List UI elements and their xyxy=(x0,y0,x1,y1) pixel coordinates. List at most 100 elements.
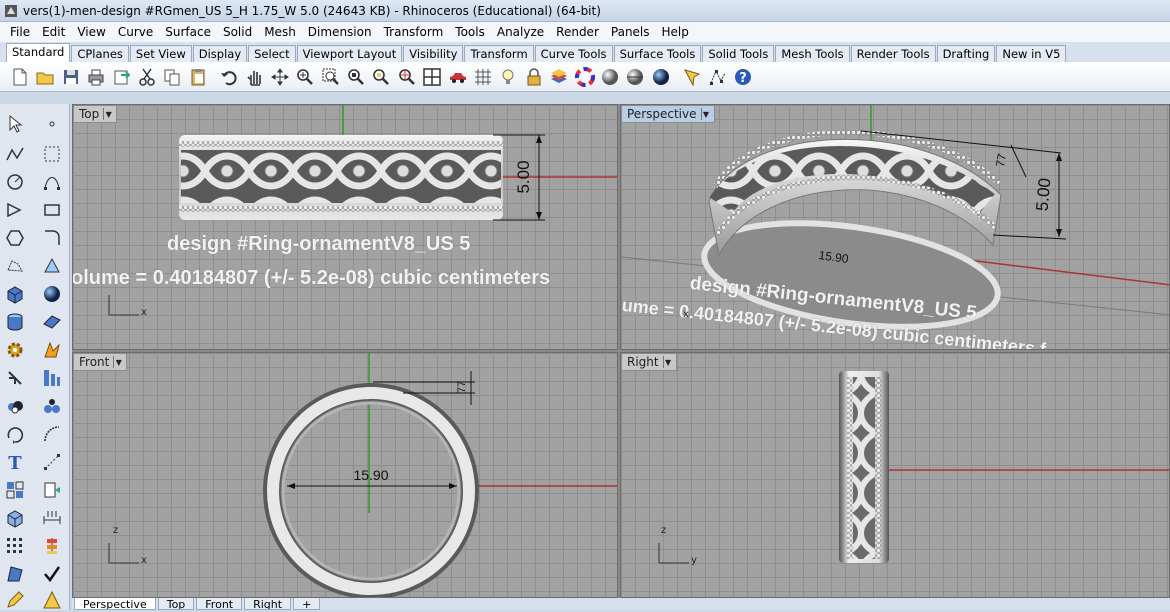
arc-icon[interactable] xyxy=(3,198,27,222)
add-viewport-tab-button[interactable]: + xyxy=(293,598,321,610)
viewport-perspective[interactable]: Perspective ▼ 5.00 77 15.90 design #Ring-… xyxy=(620,104,1170,350)
cut-icon[interactable] xyxy=(135,65,159,89)
edit-points-icon[interactable] xyxy=(706,65,730,89)
sphere-render-icon[interactable] xyxy=(623,65,647,89)
pan-hand-icon[interactable] xyxy=(243,65,267,89)
polyline-icon[interactable] xyxy=(3,142,27,166)
menu-help[interactable]: Help xyxy=(656,25,695,39)
select-arrow-icon[interactable] xyxy=(3,112,27,136)
menu-render[interactable]: Render xyxy=(550,25,605,39)
tab-drafting[interactable]: Drafting xyxy=(936,45,996,62)
rotate-view-icon[interactable] xyxy=(268,65,292,89)
viewport-tab-right[interactable]: Right xyxy=(244,598,292,610)
point-grid-icon[interactable] xyxy=(40,450,64,474)
tab-set-view[interactable]: Set View xyxy=(129,45,192,62)
cylinder-icon[interactable] xyxy=(3,310,27,334)
menu-dimension[interactable]: Dimension xyxy=(302,25,378,39)
tab-curve-tools[interactable]: Curve Tools xyxy=(534,45,613,62)
menu-curve[interactable]: Curve xyxy=(112,25,159,39)
cage-icon[interactable] xyxy=(3,562,27,586)
group-icon[interactable] xyxy=(3,478,27,502)
undo-icon[interactable] xyxy=(217,65,241,89)
menu-file[interactable]: File xyxy=(4,25,36,39)
menu-tools[interactable]: Tools xyxy=(449,25,491,39)
lightbulb-icon[interactable] xyxy=(496,65,520,89)
tab-solid-tools[interactable]: Solid Tools xyxy=(702,45,775,62)
color-wheel-icon[interactable] xyxy=(573,65,597,89)
boolean-icon[interactable] xyxy=(40,366,64,390)
chevron-down-icon[interactable]: ▼ xyxy=(662,356,673,368)
paste-icon[interactable] xyxy=(186,65,210,89)
tab-select[interactable]: Select xyxy=(248,45,296,62)
zoom-selected-icon[interactable] xyxy=(369,65,393,89)
layers-icon[interactable] xyxy=(547,65,571,89)
car-icon[interactable] xyxy=(446,65,470,89)
viewport-label-perspective[interactable]: Perspective ▼ xyxy=(621,105,715,123)
viewport-label-top[interactable]: Top ▼ xyxy=(73,105,118,123)
rectangle-icon[interactable] xyxy=(40,198,64,222)
new-file-icon[interactable] xyxy=(8,65,32,89)
tab-cplanes[interactable]: CPlanes xyxy=(71,45,129,62)
open-folder-icon[interactable] xyxy=(33,65,57,89)
point-cloud-icon[interactable] xyxy=(40,142,64,166)
rotate-icon[interactable] xyxy=(3,422,27,446)
copy-icon[interactable] xyxy=(160,65,184,89)
tab-viewport-layout[interactable]: Viewport Layout xyxy=(296,45,403,62)
array-icon[interactable] xyxy=(3,534,27,558)
menu-analyze[interactable]: Analyze xyxy=(491,25,550,39)
sphere-icon[interactable] xyxy=(40,282,64,306)
transform-icon[interactable] xyxy=(3,366,27,390)
viewport-label-front[interactable]: Front ▼ xyxy=(73,353,128,371)
lock-icon[interactable] xyxy=(522,65,546,89)
point-icon[interactable] xyxy=(40,112,64,136)
cloud-icon[interactable] xyxy=(3,394,27,418)
menu-edit[interactable]: Edit xyxy=(36,25,71,39)
polygon-icon[interactable] xyxy=(3,226,27,250)
sphere-gray-icon[interactable] xyxy=(598,65,622,89)
snap-icon[interactable] xyxy=(680,65,704,89)
menu-view[interactable]: View xyxy=(71,25,111,39)
viewport-tab-front[interactable]: Front xyxy=(196,598,243,610)
viewport-tab-perspective[interactable]: Perspective xyxy=(74,598,156,610)
surface-grid-icon[interactable] xyxy=(40,310,64,334)
dimension-icon[interactable] xyxy=(40,506,64,530)
four-viewports-icon[interactable] xyxy=(420,65,444,89)
zoom-extents-icon[interactable] xyxy=(344,65,368,89)
tab-new-in-v5[interactable]: New in V5 xyxy=(996,45,1067,62)
box-icon[interactable] xyxy=(3,282,27,306)
pencil-icon[interactable] xyxy=(3,588,27,612)
menu-transform[interactable]: Transform xyxy=(378,25,450,39)
circle-icon[interactable] xyxy=(3,170,27,194)
tab-standard[interactable]: Standard xyxy=(6,43,71,62)
zoom-window-icon[interactable] xyxy=(319,65,343,89)
tab-surface-tools[interactable]: Surface Tools xyxy=(613,45,702,62)
tab-display[interactable]: Display xyxy=(192,45,248,62)
check-icon[interactable] xyxy=(40,562,64,586)
viewport-top[interactable]: Top ▼ 5.00 design #Ring-ornamentV8_US 5 o… xyxy=(72,104,618,350)
chevron-down-icon[interactable]: ▼ xyxy=(113,356,123,368)
explode-icon[interactable] xyxy=(40,338,64,362)
tab-render-tools[interactable]: Render Tools xyxy=(850,45,936,62)
freeform-icon[interactable] xyxy=(3,254,27,278)
tab-mesh-tools[interactable]: Mesh Tools xyxy=(775,45,850,62)
zoom-icon[interactable] xyxy=(293,65,317,89)
distribute-icon[interactable] xyxy=(40,534,64,558)
block-icon[interactable] xyxy=(40,478,64,502)
help-icon[interactable]: ? xyxy=(731,65,755,89)
menu-solid[interactable]: Solid xyxy=(217,25,258,39)
menu-panels[interactable]: Panels xyxy=(605,25,656,39)
tab-transform[interactable]: Transform xyxy=(464,45,534,62)
tab-visibility[interactable]: Visibility xyxy=(403,45,464,62)
join-icon[interactable] xyxy=(40,394,64,418)
save-icon[interactable] xyxy=(59,65,83,89)
gear-icon[interactable] xyxy=(3,338,27,362)
viewport-right[interactable]: Right ▼ z y xyxy=(620,352,1170,598)
menu-surface[interactable]: Surface xyxy=(159,25,217,39)
grid-icon[interactable] xyxy=(471,65,495,89)
text-icon[interactable]: T xyxy=(3,450,27,474)
viewport-label-right[interactable]: Right ▼ xyxy=(621,353,677,371)
flag-icon[interactable] xyxy=(40,588,64,612)
viewport-tab-top[interactable]: Top xyxy=(157,598,195,610)
import-icon[interactable] xyxy=(110,65,134,89)
viewport-front[interactable]: Front ▼ 15.90 77 z x xyxy=(72,352,618,598)
